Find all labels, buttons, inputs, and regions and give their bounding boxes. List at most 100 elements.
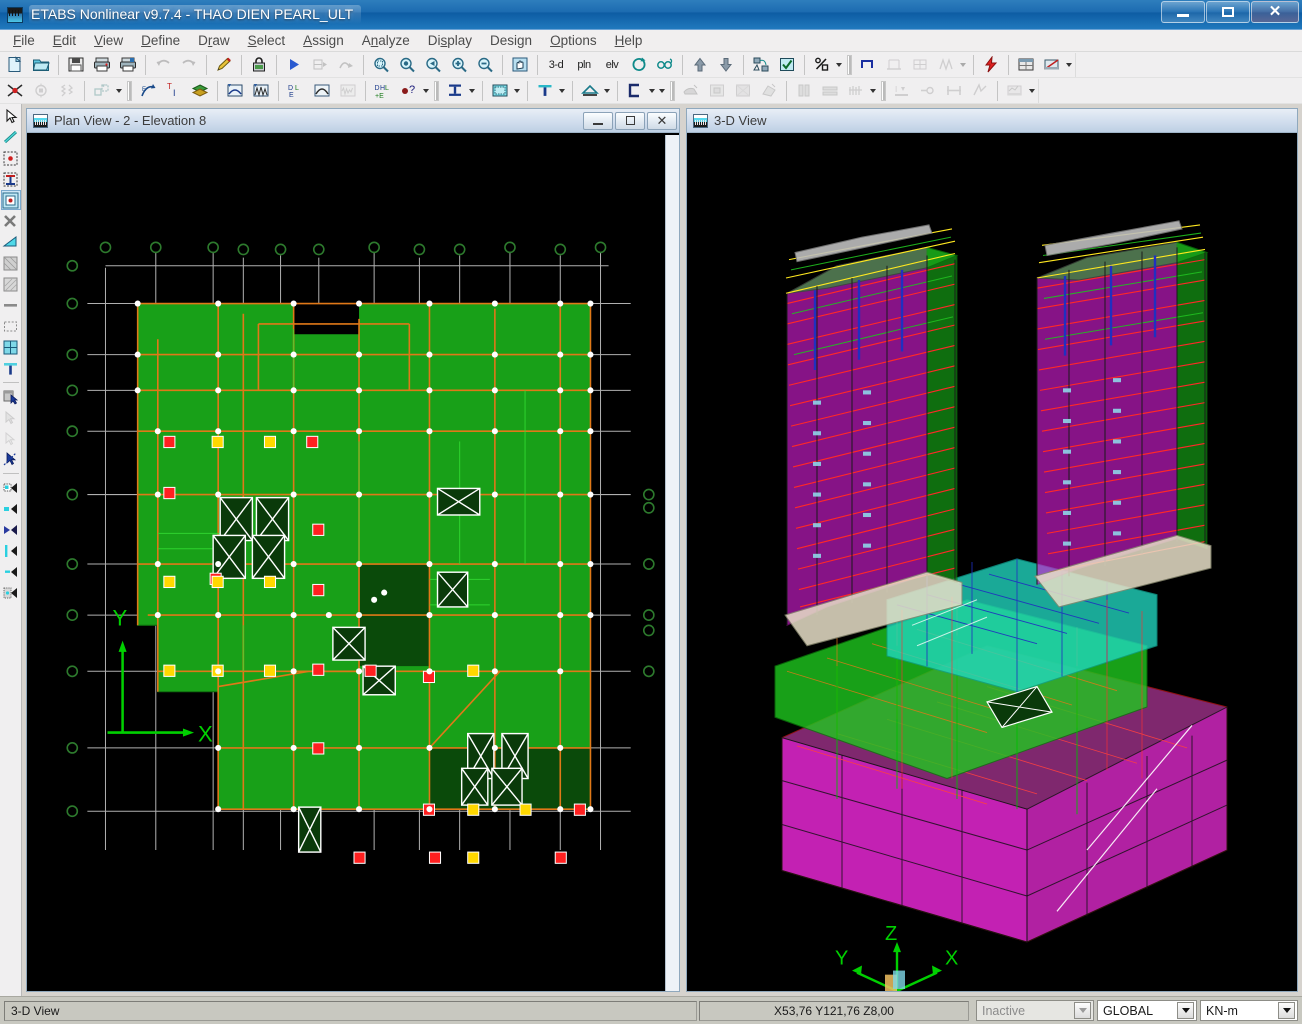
print-tables-icon[interactable] — [116, 54, 140, 76]
pan-hand-icon[interactable] — [508, 54, 532, 76]
identify-dropdown-arrow[interactable] — [423, 88, 429, 93]
shear-diagram-icon[interactable] — [249, 80, 273, 102]
plan-view-scrollbar[interactable] — [665, 135, 679, 991]
edit-pencil-icon[interactable] — [212, 54, 236, 76]
select-all-tool[interactable] — [1, 386, 21, 406]
view-3d-button[interactable]: 3-d — [543, 54, 569, 76]
scale-percent-icon[interactable] — [810, 54, 834, 76]
restore-full-view-icon[interactable] — [395, 54, 419, 76]
maximize-button[interactable] — [1206, 1, 1250, 23]
plan-view-titlebar[interactable]: Plan View - 2 - Elevation 8 ✕ — [27, 109, 679, 133]
move-up-story-icon[interactable] — [688, 54, 712, 76]
print-graphics-icon[interactable] — [90, 54, 114, 76]
draw-column-tool[interactable] — [1, 169, 21, 189]
open-file-icon[interactable] — [29, 54, 53, 76]
view-3d-titlebar[interactable]: 3-D View — [687, 109, 1297, 133]
quick-draw-icon[interactable] — [979, 54, 1003, 76]
menu-options[interactable]: Options — [541, 31, 606, 50]
replicate-dropdown-arrow[interactable] — [116, 88, 122, 93]
menu-define[interactable]: Define — [132, 31, 189, 50]
channel-dropdown-arrow[interactable] — [649, 88, 655, 93]
select-pointer-tool[interactable] — [1, 106, 21, 126]
view-plan-button[interactable]: pln — [571, 54, 597, 76]
snap-intersection-tool[interactable] — [1, 519, 21, 539]
material-icon[interactable] — [488, 80, 512, 102]
set-building-view-icon[interactable] — [775, 54, 799, 76]
toolbar-grip-handle[interactable] — [127, 80, 132, 101]
view-3d-canvas[interactable]: Z Y X — [687, 133, 1297, 991]
draw-rect-tool[interactable] — [1, 316, 21, 336]
extra-dropdown-arrow[interactable] — [659, 88, 665, 93]
run-analysis-icon[interactable] — [282, 54, 306, 76]
menu-select[interactable]: Select — [239, 31, 295, 50]
draw-floor-tool[interactable] — [1, 274, 21, 294]
draw-beam-tool[interactable] — [0, 190, 21, 210]
truss-section-icon[interactable] — [578, 80, 602, 102]
new-model-icon[interactable] — [3, 54, 27, 76]
analysis-state-dropdown[interactable]: Inactive — [976, 1000, 1094, 1021]
select-intersect-tool[interactable] — [1, 449, 21, 469]
snap-midpoint-tool[interactable] — [1, 498, 21, 518]
menu-draw[interactable]: Draw — [189, 31, 239, 50]
plan-close-button[interactable]: ✕ — [647, 111, 677, 130]
plan-maximize-button[interactable] — [615, 111, 645, 130]
toolbar-grip-handle[interactable] — [670, 80, 675, 101]
draw-wall-tool[interactable] — [1, 253, 21, 273]
menu-design[interactable]: Design — [481, 31, 541, 50]
draw-brace-tool[interactable] — [1, 211, 21, 231]
draw-area-tool[interactable] — [1, 232, 21, 252]
menu-display[interactable]: Display — [419, 31, 481, 50]
output-dropdown-arrow[interactable] — [1029, 88, 1035, 93]
menu-help[interactable]: Help — [606, 31, 652, 50]
toolbar-grip-handle[interactable] — [434, 80, 439, 101]
toolbar-grip-handle[interactable] — [847, 54, 852, 75]
close-button[interactable]: ✕ — [1251, 1, 1299, 23]
draw-area-icon[interactable] — [856, 54, 880, 76]
material-dropdown-arrow[interactable] — [514, 88, 520, 93]
snap-line-tool[interactable] — [1, 561, 21, 581]
set-elements-icon[interactable] — [749, 54, 773, 76]
draw-line-object-tool[interactable] — [1, 295, 21, 315]
deformed-shape-icon[interactable]: DLE — [284, 80, 308, 102]
energy-diagram-icon[interactable]: D H L +E — [371, 80, 395, 102]
rebar-dropdown-arrow[interactable] — [870, 88, 876, 93]
zoom-out-icon[interactable] — [473, 54, 497, 76]
snap-perpendicular-tool[interactable] — [1, 540, 21, 560]
section-dropdown-arrow[interactable] — [1066, 62, 1072, 67]
mode-shape-icon[interactable] — [310, 80, 334, 102]
section-property-icon[interactable] — [443, 80, 467, 102]
lock-model-icon[interactable] — [247, 54, 271, 76]
draw-line-tool[interactable] — [1, 127, 21, 147]
menu-assign[interactable]: Assign — [294, 31, 353, 50]
scale-dropdown-arrow[interactable] — [836, 62, 842, 67]
view-elevation-button[interactable]: elv — [599, 54, 625, 76]
move-down-story-icon[interactable] — [714, 54, 738, 76]
menu-view[interactable]: View — [85, 31, 132, 50]
snap-grid-tool[interactable] — [1, 582, 21, 602]
draw-point-tool[interactable] — [1, 148, 21, 168]
menu-analyze[interactable]: Analyze — [353, 31, 419, 50]
rotate-3d-view-icon[interactable] — [627, 54, 651, 76]
tee-dropdown-arrow[interactable] — [559, 88, 565, 93]
draw-section-tool[interactable] — [1, 358, 21, 378]
menu-file[interactable]: File — [4, 31, 44, 50]
save-icon[interactable] — [64, 54, 88, 76]
tee-section-icon[interactable] — [533, 80, 557, 102]
display-label-icon[interactable]: TI — [162, 80, 186, 102]
perspective-toggle-icon[interactable] — [653, 54, 677, 76]
minimize-button[interactable] — [1161, 1, 1205, 23]
channel-section-icon[interactable] — [623, 80, 647, 102]
menu-edit[interactable]: Edit — [44, 31, 85, 50]
plan-minimize-button[interactable] — [583, 111, 613, 130]
display-deformed-icon[interactable]: E — [136, 80, 160, 102]
moment-diagram-icon[interactable] — [223, 80, 247, 102]
truss-dropdown-arrow[interactable] — [604, 88, 610, 93]
plan-view-canvas[interactable]: Y X — [27, 133, 679, 991]
section-dropdown-arrow[interactable] — [469, 88, 475, 93]
show-table-icon[interactable] — [1014, 54, 1038, 76]
identify-object-icon[interactable]: ? — [397, 80, 421, 102]
zoom-in-icon[interactable] — [447, 54, 471, 76]
draw-mesh-tool[interactable] — [1, 337, 21, 357]
rubber-band-zoom-icon[interactable] — [369, 54, 393, 76]
point-assign-icon[interactable] — [3, 80, 27, 102]
